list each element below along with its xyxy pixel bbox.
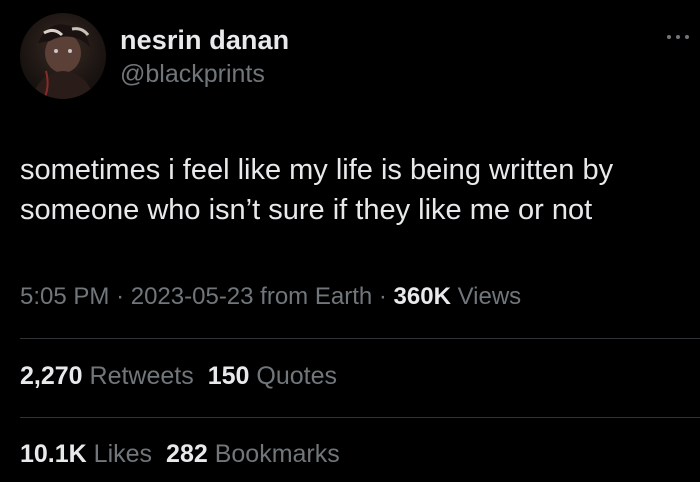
tweet-date[interactable]: 2023-05-23	[131, 283, 254, 310]
engagement-row-likes: 10.1K Likes 282 Bookmarks	[20, 440, 340, 469]
divider	[20, 417, 700, 418]
views-count[interactable]: 360K	[394, 283, 451, 310]
tweet-meta: 5:05 PM · 2023-05-23 from Earth · 360K V…	[20, 283, 521, 311]
likes-label: Likes	[93, 440, 153, 468]
quotes-count: 150	[207, 362, 250, 390]
author-handle[interactable]: @blackprints	[120, 60, 265, 89]
avatar-image	[32, 24, 94, 99]
bookmarks-stat[interactable]: 282 Bookmarks	[166, 440, 340, 468]
tweet-time[interactable]: 5:05 PM	[20, 283, 109, 310]
divider	[20, 338, 700, 339]
tweet-source: from Earth	[260, 283, 373, 310]
tweet-text: sometimes i feel like my life is being w…	[20, 150, 690, 230]
likes-count: 10.1K	[20, 440, 87, 468]
tweet-text-line: sometimes i feel like my life is being w…	[20, 154, 614, 186]
quotes-label: Quotes	[256, 362, 338, 390]
views-label[interactable]: Views	[458, 283, 522, 310]
likes-stat[interactable]: 10.1K Likes	[20, 440, 152, 468]
bookmarks-count: 282	[166, 440, 208, 468]
tweet-text-line: someone who isn’t sure if they like me o…	[20, 194, 593, 226]
engagement-row-shares: 2,270 Retweets 150 Quotes	[20, 362, 337, 391]
more-options-icon[interactable]	[664, 30, 692, 44]
retweets-stat[interactable]: 2,270 Retweets	[20, 362, 194, 390]
retweets-count: 2,270	[20, 362, 83, 390]
bookmarks-label: Bookmarks	[214, 440, 340, 468]
author-display-name[interactable]: nesrin danan	[120, 25, 289, 56]
retweets-label: Retweets	[89, 362, 194, 390]
avatar[interactable]	[20, 13, 106, 99]
meta-separator: ·	[378, 283, 387, 310]
meta-separator: ·	[116, 283, 125, 310]
quotes-stat[interactable]: 150 Quotes	[208, 362, 337, 390]
tweet-card: nesrin danan @blackprints sometimes i fe…	[0, 0, 700, 482]
